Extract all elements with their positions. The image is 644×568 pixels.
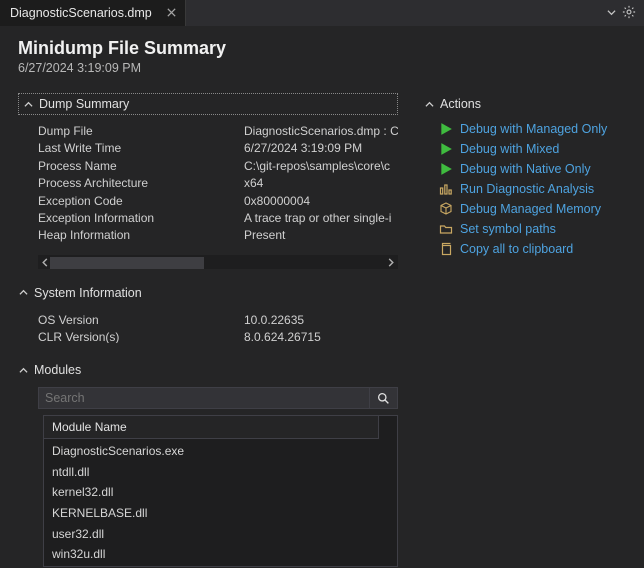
kv-val: Present — [244, 227, 398, 244]
search-button[interactable] — [370, 387, 398, 409]
kv-key: Last Write Time — [38, 140, 244, 157]
modules-column-header[interactable]: Module Name — [44, 416, 379, 439]
page-timestamp: 6/27/2024 3:19:09 PM — [18, 61, 628, 75]
system-info-pane: OS Version10.0.22635 CLR Version(s)8.0.6… — [38, 312, 398, 343]
module-row[interactable]: ntdll.dll — [44, 462, 397, 483]
kv-val: A trace trap or other single-i — [244, 210, 398, 227]
scroll-right-icon[interactable] — [386, 256, 396, 268]
action-debug-managed-memory[interactable]: Debug Managed Memory — [438, 201, 634, 216]
action-run-diagnostic-analysis[interactable]: Run Diagnostic Analysis — [438, 181, 634, 196]
modules-table: Module Name DiagnosticScenarios.exe ntdl… — [43, 415, 398, 567]
kv-key: Exception Code — [38, 193, 244, 210]
action-label: Set symbol paths — [460, 222, 556, 236]
kv-key: Heap Information — [38, 227, 244, 244]
page-header: Minidump File Summary 6/27/2024 3:19:09 … — [0, 26, 644, 85]
play-icon — [438, 141, 453, 156]
chevron-up-icon — [424, 99, 434, 109]
dump-summary-heading: Dump Summary — [39, 97, 129, 111]
kv-key: Dump File — [38, 123, 244, 140]
action-label: Debug with Mixed — [460, 142, 559, 156]
modules-heading: Modules — [34, 363, 81, 377]
module-row[interactable]: user32.dll — [44, 524, 397, 545]
action-set-symbol-paths[interactable]: Set symbol paths — [438, 221, 634, 236]
scroll-left-icon[interactable] — [40, 256, 50, 268]
system-info-heading: System Information — [34, 286, 142, 300]
chevron-up-icon — [18, 288, 28, 298]
kv-key: Error Information — [38, 245, 244, 247]
kv-key: Exception Information — [38, 210, 244, 227]
gear-icon[interactable] — [622, 5, 636, 22]
kv-val: 8.0.624.26715 — [244, 329, 398, 343]
action-label: Copy all to clipboard — [460, 242, 573, 256]
cube-icon — [438, 201, 453, 216]
tab-title: DiagnosticScenarios.dmp — [10, 6, 152, 20]
kv-key: CLR Version(s) — [38, 329, 244, 343]
module-row[interactable]: DiagnosticScenarios.exe — [44, 441, 397, 462]
chevron-up-icon — [18, 365, 28, 375]
tab-bar: DiagnosticScenarios.dmp — [0, 0, 644, 26]
kv-val: 10.0.22635 — [244, 312, 398, 329]
modules-header[interactable]: Modules — [18, 359, 398, 381]
actions-header[interactable]: Actions — [424, 93, 634, 115]
kv-key: Process Name — [38, 158, 244, 175]
tab-diagnostic-dmp[interactable]: DiagnosticScenarios.dmp — [0, 0, 186, 26]
action-debug-mixed[interactable]: Debug with Mixed — [438, 141, 634, 156]
kv-val: x64 — [244, 175, 398, 192]
action-label: Run Diagnostic Analysis — [460, 182, 594, 196]
module-row[interactable]: KERNELBASE.dll — [44, 503, 397, 524]
chevron-up-icon — [23, 99, 33, 109]
copy-icon — [438, 241, 453, 256]
modules-search-input[interactable] — [38, 387, 370, 409]
chart-icon — [438, 181, 453, 196]
play-icon — [438, 161, 453, 176]
page-title: Minidump File Summary — [18, 38, 628, 59]
kv-val: 6/27/2024 3:19:09 PM — [244, 140, 398, 157]
kv-key: Process Architecture — [38, 175, 244, 192]
action-debug-native-only[interactable]: Debug with Native Only — [438, 161, 634, 176]
dropdown-icon[interactable] — [607, 6, 616, 20]
dump-summary-pane: Dump FileDiagnosticScenarios.dmp : C Las… — [38, 123, 398, 247]
action-copy-all[interactable]: Copy all to clipboard — [438, 241, 634, 256]
module-row[interactable]: kernel32.dll — [44, 482, 397, 503]
actions-heading: Actions — [440, 97, 481, 111]
module-row[interactable]: win32u.dll — [44, 544, 397, 565]
horizontal-scrollbar[interactable] — [38, 255, 398, 269]
kv-val: 0x80000004 — [244, 193, 398, 210]
system-info-header[interactable]: System Information — [18, 282, 398, 304]
folder-icon — [438, 221, 453, 236]
kv-key: OS Version — [38, 312, 244, 329]
kv-val: C:\git-repos\samples\core\c — [244, 158, 398, 175]
kv-val: DiagnosticScenarios.dmp : C — [244, 123, 398, 140]
action-label: Debug Managed Memory — [460, 202, 601, 216]
play-icon — [438, 121, 453, 136]
close-icon[interactable] — [164, 6, 179, 21]
kv-val — [244, 245, 398, 247]
dump-summary-header[interactable]: Dump Summary — [18, 93, 398, 115]
scroll-thumb[interactable] — [50, 257, 204, 269]
action-label: Debug with Native Only — [460, 162, 591, 176]
action-debug-managed-only[interactable]: Debug with Managed Only — [438, 121, 634, 136]
action-label: Debug with Managed Only — [460, 122, 607, 136]
